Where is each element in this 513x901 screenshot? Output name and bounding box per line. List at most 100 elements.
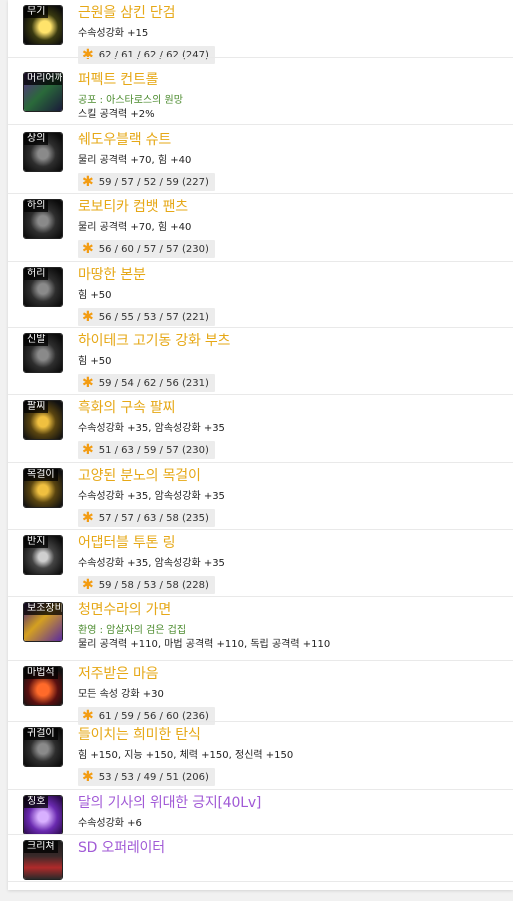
slot-label: 허리 (24, 268, 49, 280)
bracelet-icon[interactable]: 팔찌 (23, 400, 63, 440)
star-icon: ✱ (82, 577, 94, 593)
fusion-stat-badge: ✱ 59 / 58 / 53 / 58 (228) (78, 576, 215, 594)
row-divider (8, 124, 513, 125)
fusion-stat-values: 59 / 58 / 53 / 58 (228) (98, 580, 209, 591)
equipment-row[interactable]: 크리쳐 SD 오퍼레이터 (8, 835, 513, 882)
item-name[interactable]: 로보티카 컴뱃 팬츠 (78, 198, 188, 216)
equipment-row[interactable]: 칭호 달의 기사의 위대한 긍지[40Lv] 수속성강화 +6 (8, 790, 513, 835)
equipment-row[interactable]: 반지 어댑터블 투톤 링수속성강화 +35, 암속성강화 +35 ✱ 59 / 58 … (8, 530, 513, 597)
slot-label: 팔찌 (24, 401, 49, 413)
set-option-text: 공포 : 아스타로스의 원망 (78, 95, 183, 106)
shoulder-armor-icon[interactable]: 머리어깨 (23, 72, 63, 112)
item-option-text: 수속성강화 +35, 암속성강화 +35 (78, 558, 225, 569)
item-name[interactable]: 청면수라의 가면 (78, 601, 171, 619)
item-name[interactable]: 하이테크 고기동 강화 부츠 (78, 332, 230, 350)
pants-icon[interactable]: 하의 (23, 199, 63, 239)
equipment-row[interactable]: 상의 쉐도우블랙 슈트 물리 공격력 +70, 힘 +40 ✱ 59 / 57 / 52… (8, 127, 513, 194)
equipment-row[interactable]: 허리 마땅한 본분힘 +50 ✱ 56 / 55 / 53 / 57 (221) (8, 262, 513, 328)
item-name[interactable]: 저주받은 마음 (78, 665, 159, 683)
slot-label: 목걸이 (24, 469, 58, 481)
equipment-row[interactable]: 팔찌 흑화의 구속 팔찌수속성강화 +35, 암속성강화 +35 ✱ 51 / 63 … (8, 395, 513, 463)
item-name[interactable]: SD 오퍼레이터 (78, 839, 165, 857)
item-name[interactable]: 들이치는 희미한 탄식 (78, 726, 201, 744)
item-name[interactable]: 퍼펙트 컨트롤 (78, 71, 159, 89)
slot-label: 크리쳐 (24, 841, 58, 853)
earring-icon[interactable]: 귀걸이 (23, 727, 63, 767)
equipment-row[interactable]: 신발 하이테크 고기동 강화 부츠힘 +50 ✱ 59 / 54 / 62 / 56 … (8, 328, 513, 395)
equipment-row[interactable]: 목걸이 고양된 분노의 목걸이수속성강화 +35, 암속성강화 +35 ✱ 57 / … (8, 463, 513, 530)
star-icon: ✱ (82, 174, 94, 190)
equipment-row[interactable]: 귀걸이 들이치는 희미한 탄식힘 +150, 지능 +150, 체력 +150, … (8, 722, 513, 790)
boots-icon[interactable]: 신발 (23, 333, 63, 373)
slot-label: 상의 (24, 133, 49, 145)
item-option-text: 물리 공격력 +110, 마법 공격력 +110, 독립 공격력 +110 (78, 639, 331, 650)
necklace-icon[interactable]: 목걸이 (23, 468, 63, 508)
item-option-text: 수속성강화 +35, 암속성강화 +35 (78, 423, 225, 434)
item-option-text: 힘 +50 (78, 290, 112, 301)
item-option-text: 수속성강화 +6 (78, 818, 142, 829)
item-name[interactable]: 달의 기사의 위대한 긍지[40Lv] (78, 794, 261, 812)
item-name[interactable]: 근원을 삼킨 단검 (78, 4, 175, 22)
slot-label: 마법석 (24, 667, 58, 679)
magic-stone-icon[interactable]: 마법석 (23, 666, 63, 706)
star-icon: ✱ (82, 375, 94, 391)
slot-label: 하의 (24, 200, 49, 212)
item-name[interactable]: 마땅한 본분 (78, 266, 146, 284)
slot-label: 무기 (24, 6, 49, 18)
fusion-stat-badge: ✱ 59 / 57 / 52 / 59 (227) (78, 173, 215, 191)
item-option-text: 힘 +150, 지능 +150, 체력 +150, 정신력 +150 (78, 750, 294, 761)
equipment-row[interactable]: 하의 로보티카 컴뱃 팬츠물리 공격력 +70, 힘 +40 ✱ 56 / 60 / … (8, 194, 513, 262)
item-option-text: 수속성강화 +35, 암속성강화 +35 (78, 491, 225, 502)
fusion-stat-badge: ✱ 57 / 57 / 63 / 58 (235) (78, 509, 215, 527)
title-emblem-icon[interactable]: 칭호 (23, 795, 63, 835)
set-option-text: 환영 : 암살자의 검은 겁집 (78, 625, 187, 636)
mask-icon[interactable]: 보조장비 (23, 602, 63, 642)
fusion-stat-badge: ✱ 53 / 53 / 49 / 51 (206) (78, 768, 215, 786)
fusion-stat-values: 59 / 54 / 62 / 56 (231) (98, 378, 209, 389)
slot-label: 신발 (24, 334, 49, 346)
item-option-text: 수속성강화 +15 (78, 28, 149, 39)
item-option-text: 모든 속성 강화 +30 (78, 689, 164, 700)
equipment-row[interactable]: 마법석 저주받은 마음 모든 속성 강화 +30 ✱ 61 / 59 / 56 / 60… (8, 661, 513, 725)
fusion-stat-badge: ✱ 62 / 61 / 62 / 62 (247) (78, 46, 215, 64)
item-name[interactable]: 흑화의 구속 팔찌 (78, 399, 175, 417)
slot-label: 보조장비 (24, 603, 62, 615)
star-icon: ✱ (82, 47, 94, 63)
item-name[interactable]: 고양된 분노의 목걸이 (78, 467, 201, 485)
equipment-row[interactable]: 머리어깨 퍼펙트 컨트롤공포 : 아스타로스의 원망스킬 공격력 +2% (8, 67, 513, 125)
fusion-stat-badge: ✱ 56 / 55 / 53 / 57 (221) (78, 308, 215, 326)
dagger-icon[interactable]: 무기 (23, 5, 63, 45)
ring-icon[interactable]: 반지 (23, 535, 63, 575)
fusion-stat-values: 56 / 55 / 53 / 57 (221) (98, 312, 209, 323)
item-option-text: 물리 공격력 +70, 힘 +40 (78, 222, 192, 233)
creature-icon[interactable]: 크리쳐 (23, 840, 63, 880)
slot-label: 머리어깨 (24, 73, 62, 85)
top-armor-icon[interactable]: 상의 (23, 132, 63, 172)
item-name[interactable]: 쉐도우블랙 슈트 (78, 131, 171, 149)
item-name[interactable]: 어댑터블 투톤 링 (78, 534, 175, 552)
star-icon: ✱ (82, 309, 94, 325)
row-divider (8, 881, 513, 882)
fusion-stat-values: 62 / 61 / 62 / 62 (247) (98, 50, 209, 61)
slot-label: 귀걸이 (24, 728, 58, 740)
fusion-stat-badge: ✱ 56 / 60 / 57 / 57 (230) (78, 240, 215, 258)
fusion-stat-badge: ✱ 51 / 63 / 59 / 57 (230) (78, 441, 215, 459)
item-option-text: 스킬 공격력 +2% (78, 109, 155, 120)
equipment-row[interactable]: 무기 근원을 삼킨 단검수속성강화 +15 ✱ 62 / 61 / 62 / 62 (… (8, 0, 513, 64)
fusion-stat-values: 53 / 53 / 49 / 51 (206) (98, 772, 209, 783)
equipment-row[interactable]: 보조장비 청면수라의 가면환영 : 암살자의 검은 겁집물리 공격력 +110, … (8, 597, 513, 661)
fusion-stat-values: 59 / 57 / 52 / 59 (227) (98, 177, 209, 188)
star-icon: ✱ (82, 442, 94, 458)
slot-label: 반지 (24, 536, 49, 548)
fusion-stat-values: 51 / 63 / 59 / 57 (230) (98, 445, 209, 456)
fusion-stat-values: 57 / 57 / 63 / 58 (235) (98, 513, 209, 524)
belt-icon[interactable]: 허리 (23, 267, 63, 307)
star-icon: ✱ (82, 769, 94, 785)
star-icon: ✱ (82, 510, 94, 526)
slot-label: 칭호 (24, 796, 49, 808)
fusion-stat-values: 56 / 60 / 57 / 57 (230) (98, 244, 209, 255)
item-option-text: 힘 +50 (78, 356, 112, 367)
row-divider (8, 57, 513, 58)
star-icon: ✱ (82, 241, 94, 257)
fusion-stat-badge: ✱ 59 / 54 / 62 / 56 (231) (78, 374, 215, 392)
